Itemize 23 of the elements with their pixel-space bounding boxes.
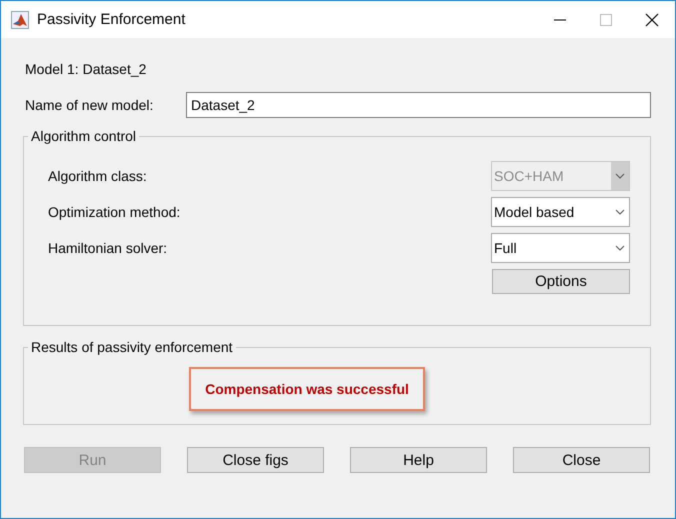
field-label: Name of new model:: [25, 97, 154, 113]
minimize-icon: [554, 18, 566, 20]
setting-label: Hamiltonian solver:: [48, 240, 168, 256]
group-title: Results of passivity enforcement: [30, 339, 234, 355]
dropdown[interactable]: Full: [491, 233, 630, 263]
setting-label: Algorithm class:: [48, 168, 148, 184]
dialog-button[interactable]: Close figs: [187, 447, 324, 473]
group-title: Algorithm control: [30, 128, 138, 144]
name-field[interactable]: Dataset_2: [186, 92, 651, 118]
chevron-down-icon: [615, 209, 625, 215]
dropdown[interactable]: Model based: [491, 197, 630, 227]
app-logo-icon: [11, 10, 29, 28]
window-title: Passivity Enforcement: [37, 11, 186, 28]
dialog-button[interactable]: Close: [513, 447, 650, 473]
model-label: Model 1: Dataset_2: [25, 61, 148, 79]
chevron-down-icon: [615, 245, 625, 251]
setting-label: Optimization method:: [48, 204, 182, 220]
close-icon: [645, 12, 659, 26]
chevron-down-icon: [615, 173, 625, 179]
dialog-button[interactable]: Help: [350, 447, 487, 473]
maximize-icon: [600, 14, 612, 26]
status-message: Compensation was successful: [189, 367, 425, 411]
options-button[interactable]: Options: [492, 269, 630, 294]
